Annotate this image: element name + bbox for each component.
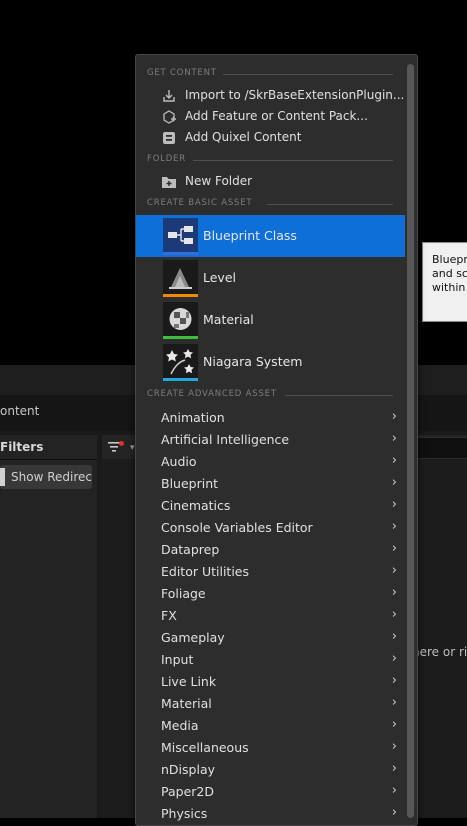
submenu-input[interactable]: Input › — [161, 649, 397, 671]
asset-color-stripe — [163, 294, 198, 297]
submenu-foliage[interactable]: Foliage › — [161, 583, 397, 605]
chevron-right-icon: › — [391, 409, 397, 424]
chevron-right-icon: › — [391, 629, 397, 644]
new-folder-icon — [162, 177, 176, 188]
section-folder: FOLDER — [147, 154, 393, 166]
chevron-right-icon: › — [391, 673, 397, 688]
menu-item-add-feature[interactable]: Add Feature or Content Pack... — [161, 107, 397, 127]
submenu-editor-utilities[interactable]: Editor Utilities › — [161, 561, 397, 583]
submenu-media[interactable]: Media › — [161, 715, 397, 737]
chevron-right-icon: › — [391, 607, 397, 622]
chevron-right-icon: › — [391, 695, 397, 710]
submenu-ndisplay[interactable]: nDisplay › — [161, 759, 397, 781]
chevron-right-icon: › — [391, 563, 397, 578]
submenu-animation[interactable]: Animation › — [161, 407, 397, 429]
chevron-right-icon: › — [391, 453, 397, 468]
chevron-right-icon: › — [391, 651, 397, 666]
chevron-right-icon: › — [391, 783, 397, 798]
menu-item-new-folder[interactable]: New Folder — [161, 172, 397, 192]
submenu-live-link[interactable]: Live Link › — [161, 671, 397, 693]
asset-color-stripe — [163, 252, 198, 255]
show-redirectors-label: Show Redirec — [11, 470, 92, 484]
level-icon — [163, 260, 198, 294]
submenu-paper2d[interactable]: Paper2D › — [161, 781, 397, 803]
chevron-right-icon: › — [391, 585, 397, 600]
submenu-console-variables-editor[interactable]: Console Variables Editor › — [161, 517, 397, 539]
menu-scrollbar[interactable] — [407, 64, 414, 818]
chevron-down-icon[interactable]: ▾ — [130, 443, 135, 453]
submenu-blueprint[interactable]: Blueprint › — [161, 473, 397, 495]
tooltip-text: Bluepr and sc within — [432, 253, 467, 294]
content-path-text[interactable]: ontent — [0, 404, 39, 418]
section-get-content: GET CONTENT — [147, 68, 393, 80]
asset-niagara-system[interactable]: Niagara System — [136, 341, 405, 383]
asset-level[interactable]: Level — [136, 257, 405, 299]
submenu-cinematics[interactable]: Cinematics › — [161, 495, 397, 517]
submenu-fx[interactable]: FX › — [161, 605, 397, 627]
niagara-system-icon — [163, 344, 198, 378]
asset-color-stripe — [163, 378, 198, 381]
section-create-basic-asset: CREATE BASIC ASSET — [147, 198, 393, 210]
menu-item-import[interactable]: Import to /SkrBaseExtensionPlugin... — [161, 86, 404, 106]
blueprint-class-icon — [163, 218, 198, 252]
submenu-artificial-intelligence[interactable]: Artificial Intelligence › — [161, 429, 397, 451]
menu-item-add-quixel[interactable]: Add Quixel Content — [161, 128, 397, 148]
show-redirectors-toggle[interactable]: Show Redirec — [0, 465, 92, 489]
filters-title: Filters — [0, 440, 44, 454]
asset-material[interactable]: Material — [136, 299, 405, 341]
section-create-advanced-asset: CREATE ADVANCED ASSET — [147, 389, 393, 401]
feature-pack-icon — [163, 110, 176, 124]
chevron-right-icon: › — [391, 739, 397, 754]
material-icon — [163, 302, 198, 336]
checkbox[interactable] — [0, 468, 5, 486]
chevron-right-icon: › — [391, 431, 397, 446]
submenu-gameplay[interactable]: Gameplay › — [161, 627, 397, 649]
submenu-physics[interactable]: Physics › — [161, 803, 397, 825]
chevron-right-icon: › — [391, 497, 397, 512]
submenu-material[interactable]: Material › — [161, 693, 397, 715]
asset-blueprint-class[interactable]: Blueprint Class — [136, 215, 405, 257]
drop-hint-text: here or ri — [412, 645, 467, 659]
chevron-right-icon: › — [391, 717, 397, 732]
filters-divider — [0, 459, 97, 460]
asset-color-stripe — [163, 336, 198, 339]
filters-panel — [0, 435, 97, 818]
import-icon — [163, 90, 175, 102]
submenu-audio[interactable]: Audio › — [161, 451, 397, 473]
filter-active-dot — [119, 441, 124, 446]
chevron-right-icon: › — [391, 761, 397, 776]
chevron-right-icon: › — [391, 541, 397, 556]
chevron-right-icon: › — [391, 475, 397, 490]
tooltip: Bluepr and sc within — [422, 242, 467, 322]
chevron-right-icon: › — [391, 519, 397, 534]
quixel-icon — [163, 132, 175, 144]
submenu-dataprep[interactable]: Dataprep › — [161, 539, 397, 561]
submenu-miscellaneous[interactable]: Miscellaneous › — [161, 737, 397, 759]
